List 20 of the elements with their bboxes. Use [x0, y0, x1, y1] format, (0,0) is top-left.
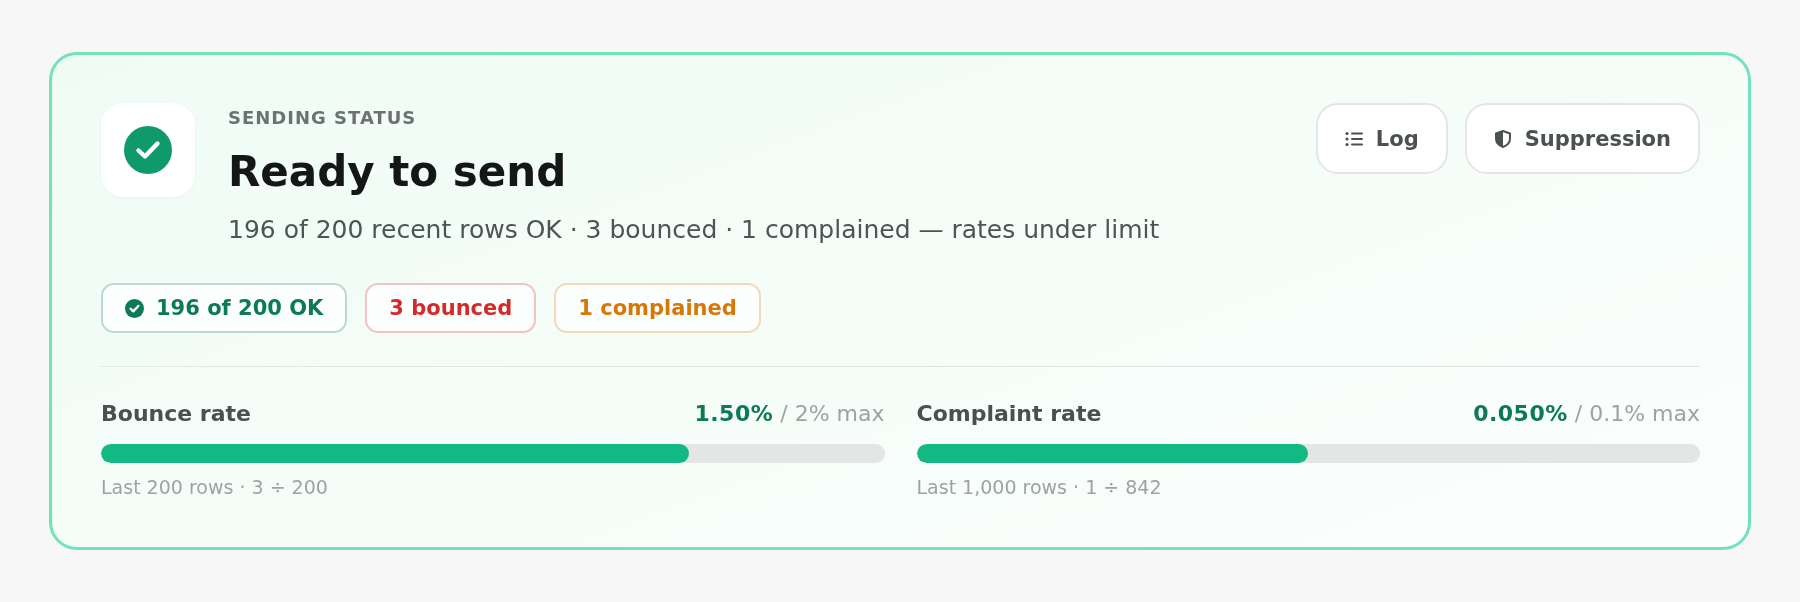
- meter-label: Bounce rate: [101, 400, 251, 428]
- meter-note: Last 1,000 rows · 1 ÷ 842: [916, 475, 1163, 499]
- check-circle-icon: [125, 298, 144, 318]
- rate-value: 1.50%: [694, 400, 774, 428]
- rate-value: 0.050%: [1473, 400, 1568, 428]
- status-pill: 1 complained: [554, 283, 761, 333]
- suppression-button[interactable]: Suppression: [1464, 103, 1700, 174]
- rate-limit: / 2% max: [780, 400, 885, 428]
- meter-label: Complaint rate: [916, 400, 1102, 428]
- status-pill: 196 of 200 OK: [101, 283, 348, 333]
- rate-limit: / 0.1% max: [1574, 400, 1700, 428]
- status-summary: 196 of 200 recent rows OK · 3 bounced · 1 complained — rates under limit: [228, 215, 1161, 245]
- status-pill: 3 bounced: [365, 283, 537, 333]
- check-circle-icon: [124, 126, 172, 174]
- shield-icon: [1493, 129, 1512, 148]
- list-icon: [1344, 129, 1363, 148]
- log-button[interactable]: Log: [1315, 103, 1448, 174]
- section-eyebrow: SENDING STATUS: [228, 107, 418, 129]
- status-title: Ready to send: [228, 147, 568, 197]
- meter-note: Last 200 rows · 3 ÷ 200: [101, 475, 329, 499]
